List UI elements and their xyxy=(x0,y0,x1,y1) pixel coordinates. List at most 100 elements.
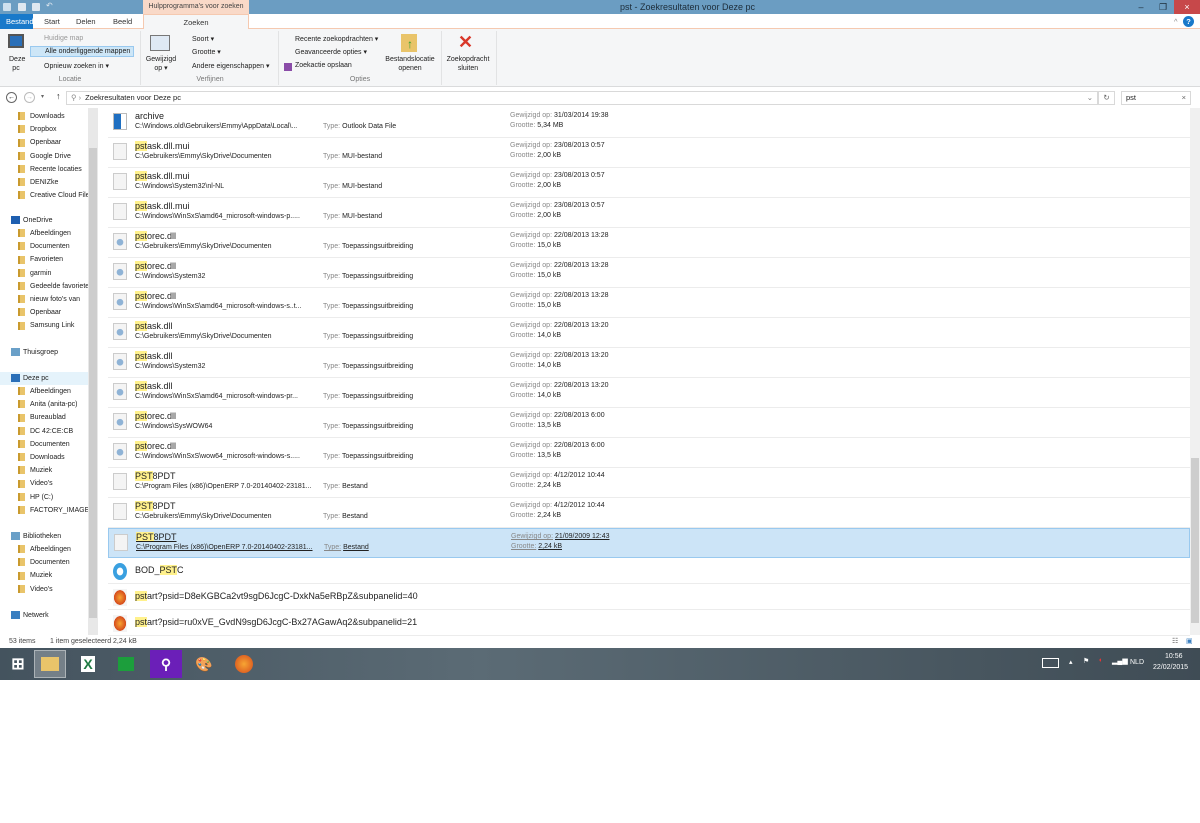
paint-taskbar-button[interactable]: 🎨 xyxy=(188,650,220,678)
zoekactie-opslaan-button[interactable]: Zoekactie opslaan xyxy=(295,62,352,69)
minimize-button[interactable]: – xyxy=(1130,0,1152,14)
result-row[interactable]: pstask.dll C:\Windows\System32 Type: Toepa… xyxy=(108,348,1190,378)
tab-delen[interactable]: Delen xyxy=(70,14,102,29)
soort-button[interactable]: Soort ▾ xyxy=(192,35,214,43)
result-row[interactable]: BOD_PSTC xyxy=(108,558,1190,584)
volume-muted-icon[interactable]: ◖ xyxy=(1098,657,1102,664)
file-name[interactable]: PST8PDT xyxy=(135,501,176,511)
gewijzigd-op-button[interactable]: Gewijzigd op ▾ xyxy=(144,55,178,73)
clock-time[interactable]: 10:56 xyxy=(1165,653,1183,660)
close-button[interactable]: × xyxy=(1174,0,1200,14)
alle-onderliggende-mappen-button[interactable]: Alle onderliggende mappen xyxy=(30,46,135,57)
opnieuw-zoeken-in-button[interactable]: Opnieuw zoeken in ▾ xyxy=(44,62,109,70)
sidebar-item-netwerk[interactable]: Netwerk xyxy=(11,610,97,622)
file-name[interactable]: pstart?psid=D8eKGBCa2vt9sgD6JcgC-DxkNa5e… xyxy=(135,591,418,601)
result-row[interactable]: pstask.dll.mui C:\Windows\System32\nl-NL T… xyxy=(108,168,1190,198)
sidebar-item-onedrive[interactable]: OneDrive xyxy=(11,215,97,227)
network-signal-icon[interactable]: ▂▄▆ xyxy=(1112,657,1128,665)
collapse-ribbon-icon[interactable]: ^ xyxy=(1168,14,1184,29)
result-row[interactable]: pstorec.dll C:\Windows\SysWOW64 Type: Toep… xyxy=(108,408,1190,438)
result-row[interactable]: PST8PDT C:\Gebruikers\Emmy\SkyDrive\Docum… xyxy=(108,498,1190,528)
result-row[interactable]: pstorec.dll C:\Windows\System32 Type: Toep… xyxy=(108,258,1190,288)
geavanceerde-opties-button[interactable]: Geavanceerde opties ▾ xyxy=(295,48,367,56)
result-row[interactable]: pstask.dll C:\Windows\WinSxS\amd64_micros… xyxy=(108,378,1190,408)
maximize-button[interactable]: ❐ xyxy=(1152,0,1174,14)
address-dropdown-icon[interactable]: ⌄ xyxy=(1087,92,1093,104)
result-row[interactable]: pstask.dll.mui C:\Gebruikers\Emmy\SkyDriv… xyxy=(108,138,1190,168)
huidige-map-button[interactable]: Huidige map xyxy=(44,35,83,42)
search-everything-taskbar-button[interactable]: ⚲ xyxy=(150,650,182,678)
zoekopdracht-sluiten-button[interactable]: Zoekopdracht sluiten xyxy=(444,55,492,73)
recent-locations-dropdown[interactable]: ▾ xyxy=(41,93,44,100)
properties-icon[interactable] xyxy=(18,3,26,11)
result-row[interactable]: pstask.dll C:\Gebruikers\Emmy\SkyDrive\Do… xyxy=(108,318,1190,348)
excel-taskbar-button[interactable]: X xyxy=(72,650,104,678)
file-name[interactable]: PST8PDT xyxy=(136,532,177,542)
deze-pc-button[interactable]: Deze pc xyxy=(9,55,25,73)
file-name[interactable]: pstorec.dll xyxy=(135,231,176,241)
result-row[interactable]: pstask.dll.mui C:\Windows\WinSxS\amd64_mi… xyxy=(108,198,1190,228)
file-name[interactable]: archive xyxy=(135,111,164,121)
touch-keyboard-icon[interactable] xyxy=(1042,658,1059,668)
andere-eigenschappen-button[interactable]: Andere eigenschappen ▾ xyxy=(192,62,269,70)
sidebar-item-thuisgroep[interactable]: Thuisgroep xyxy=(11,347,97,359)
refresh-button[interactable]: ↻ xyxy=(1098,91,1115,105)
tab-zoeken[interactable]: Zoeken xyxy=(143,14,249,30)
language-indicator[interactable]: NLD xyxy=(1130,659,1144,666)
file-name[interactable]: pstorec.dll xyxy=(135,411,176,421)
results-scrollbar[interactable] xyxy=(1190,108,1200,635)
result-row[interactable]: pstorec.dll C:\Gebruikers\Emmy\SkyDrive\D… xyxy=(108,228,1190,258)
result-row[interactable]: archive C:\Windows.old\Gebruikers\Emmy\Ap… xyxy=(108,108,1190,138)
file-name[interactable]: pstask.dll xyxy=(135,321,173,331)
new-folder-icon[interactable] xyxy=(32,3,40,11)
file-name[interactable]: pstorec.dll xyxy=(135,441,176,451)
result-row[interactable]: pstart?psid=D8eKGBCa2vt9sgD6JcgC-DxkNa5e… xyxy=(108,584,1190,610)
file-name[interactable]: pstart?psid=ru0xVE_GvdN9sgD6JcgC-Bx27AGa… xyxy=(135,617,417,627)
result-row[interactable]: PST8PDT C:\Program Files (x86)\OpenERP 7.… xyxy=(108,468,1190,498)
file-name[interactable]: pstask.dll xyxy=(135,381,173,391)
sidebar-scrollbar[interactable] xyxy=(88,108,98,635)
tab-start[interactable]: Start xyxy=(38,14,66,29)
result-row[interactable]: pstart?psid=ru0xVE_GvdN9sgD6JcgC-Bx27AGa… xyxy=(108,610,1190,636)
details-view-button[interactable]: ☷ xyxy=(1172,637,1178,645)
search-input[interactable]: pst × xyxy=(1121,91,1191,105)
tab-bestand[interactable]: Bestand xyxy=(0,14,34,29)
file-name[interactable]: pstask.dll.mui xyxy=(135,141,190,151)
outlook-file-icon xyxy=(113,113,127,130)
file-name[interactable]: BOD_PSTC xyxy=(135,565,184,575)
file-explorer-taskbar-button[interactable] xyxy=(34,650,66,678)
result-row[interactable]: pstorec.dll C:\Windows\WinSxS\wow64_micro… xyxy=(108,438,1190,468)
file-name[interactable]: PST8PDT xyxy=(135,471,176,481)
file-name[interactable]: pstorec.dll xyxy=(135,291,176,301)
file-name[interactable]: pstask.dll.mui xyxy=(135,171,190,181)
file-name[interactable]: pstorec.dll xyxy=(135,261,176,271)
store-taskbar-button[interactable] xyxy=(110,650,142,678)
name-rest: orec.dll xyxy=(147,441,177,451)
bestandslocatie-openen-button[interactable]: Bestandslocatie openen xyxy=(382,55,438,73)
large-icons-view-button[interactable]: ▣ xyxy=(1186,637,1193,645)
clear-search-icon[interactable]: × xyxy=(1182,92,1186,104)
start-button[interactable]: ⊞ xyxy=(2,650,34,678)
name-match-highlight: pst xyxy=(135,321,148,331)
result-row[interactable]: PST8PDT C:\Program Files (x86)\OpenERP 7.… xyxy=(108,528,1190,558)
show-hidden-icons[interactable]: ▴ xyxy=(1069,658,1073,666)
file-size: Grootte: 5,34 MB xyxy=(510,122,563,129)
result-row[interactable]: pstorec.dll C:\Windows\WinSxS\amd64_micro… xyxy=(108,288,1190,318)
recente-zoekopdrachten-button[interactable]: Recente zoekopdrachten ▾ xyxy=(295,35,378,43)
file-path: C:\Program Files (x86)\OpenERP 7.0-20140… xyxy=(136,544,313,551)
firefox-taskbar-button[interactable] xyxy=(228,650,260,678)
undo-icon[interactable]: ↶ xyxy=(46,1,54,10)
file-name[interactable]: pstask.dll.mui xyxy=(135,201,190,211)
tab-beeld[interactable]: Beeld xyxy=(107,14,138,29)
clock-date[interactable]: 22/02/2015 xyxy=(1153,664,1188,671)
file-name[interactable]: pstask.dll xyxy=(135,351,173,361)
action-center-flag-icon[interactable]: ⚑ xyxy=(1083,657,1089,665)
sidebar-item-bibliotheken[interactable]: Bibliotheken xyxy=(11,531,97,543)
grootte-button[interactable]: Grootte ▾ xyxy=(192,48,221,56)
back-button[interactable]: ← xyxy=(6,92,17,103)
help-icon[interactable]: ? xyxy=(1183,16,1194,27)
up-button[interactable]: ↑ xyxy=(56,91,61,101)
address-input[interactable]: ⚲ › Zoekresultaten voor Deze pc ⌄ xyxy=(66,91,1098,105)
forward-button[interactable]: → xyxy=(24,92,35,103)
sidebar-item-deze-pc[interactable]: Deze pc xyxy=(11,373,97,385)
